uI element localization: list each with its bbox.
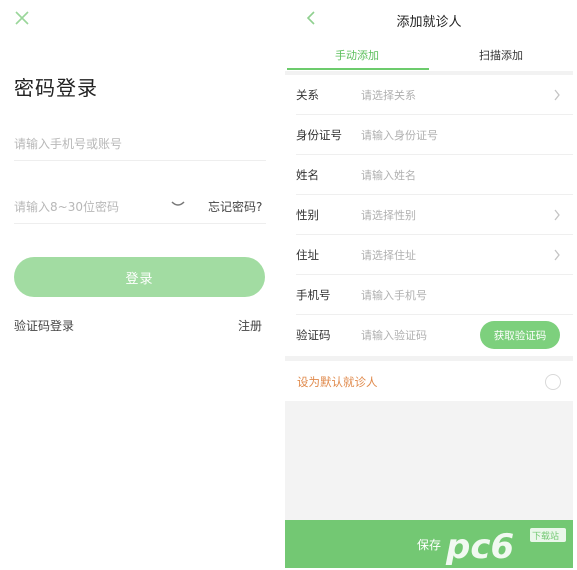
- form-row-id-number[interactable]: 身份证号 请输入身份证号: [285, 115, 573, 155]
- phone-input[interactable]: 请输入手机号: [361, 287, 427, 303]
- form-row-phone[interactable]: 手机号 请输入手机号: [285, 275, 573, 315]
- gender-select[interactable]: 请选择性别: [361, 207, 416, 223]
- form-row-gender[interactable]: 性别 请选择性别: [285, 195, 573, 235]
- watermark-logo: pc6 下载站: [445, 527, 566, 567]
- row-label: 验证码: [296, 328, 331, 342]
- form-row-address[interactable]: 住址 请选择住址: [285, 235, 573, 275]
- row-label: 手机号: [296, 288, 331, 302]
- row-label: 姓名: [296, 168, 319, 182]
- form-row-relation[interactable]: 关系 请选择关系: [285, 75, 573, 115]
- password-input[interactable]: 请输入8~30位密码: [14, 198, 119, 215]
- tab-scan-add[interactable]: 扫描添加: [429, 47, 573, 63]
- header-title: 添加就诊人: [396, 15, 462, 30]
- svg-text:pc6: pc6: [445, 527, 514, 567]
- close-icon[interactable]: [14, 10, 30, 26]
- address-select[interactable]: 请选择住址: [361, 247, 416, 263]
- default-patient-radio[interactable]: [545, 374, 561, 390]
- page-title: 密码登录: [14, 76, 98, 100]
- svg-text:下载站: 下载站: [532, 530, 559, 542]
- relation-select[interactable]: 请选择关系: [361, 87, 416, 103]
- active-tab-indicator: [287, 68, 429, 70]
- sms-login-link[interactable]: 验证码登录: [14, 317, 74, 334]
- chevron-right-icon: [554, 89, 560, 101]
- register-link[interactable]: 注册: [238, 317, 262, 334]
- password-divider: [14, 223, 266, 224]
- default-patient-label: 设为默认就诊人: [297, 375, 378, 389]
- chevron-right-icon: [554, 249, 560, 261]
- account-divider: [14, 160, 266, 161]
- empty-area: [285, 401, 573, 520]
- row-label: 性别: [296, 208, 319, 222]
- name-input[interactable]: 请输入姓名: [361, 167, 416, 183]
- eye-closed-icon[interactable]: [170, 198, 186, 210]
- chevron-right-icon: [554, 209, 560, 221]
- row-label: 身份证号: [296, 128, 342, 142]
- tab-manual-add[interactable]: 手动添加: [285, 47, 429, 63]
- get-code-button[interactable]: 获取验证码: [480, 321, 560, 349]
- forgot-password-link[interactable]: 忘记密码?: [208, 198, 262, 215]
- form-row-name[interactable]: 姓名 请输入姓名: [285, 155, 573, 195]
- login-button[interactable]: 登录: [14, 257, 265, 297]
- verify-code-input[interactable]: 请输入验证码: [361, 327, 427, 343]
- account-input[interactable]: 请输入手机号或账号: [14, 135, 122, 152]
- row-label: 关系: [296, 88, 319, 102]
- id-number-input[interactable]: 请输入身份证号: [361, 127, 438, 143]
- row-label: 住址: [296, 248, 319, 262]
